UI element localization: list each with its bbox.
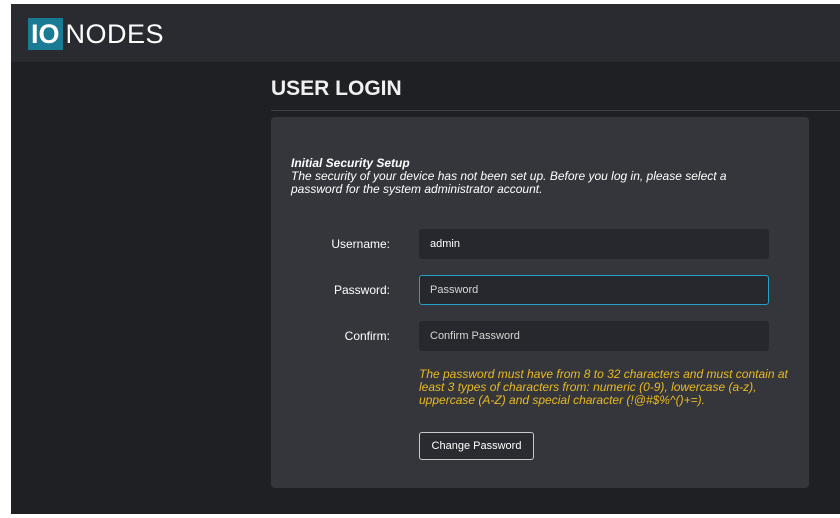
- username-field[interactable]: [419, 229, 769, 259]
- page-title: USER LOGIN: [271, 77, 402, 100]
- confirm-password-field[interactable]: [419, 321, 769, 351]
- logo-text: NODES: [65, 19, 165, 49]
- title-divider: [271, 110, 840, 111]
- screenshot-frame: IO NODES USER LOGIN Initial Security Set…: [0, 0, 840, 518]
- username-label: Username:: [331, 237, 390, 251]
- change-password-button[interactable]: Change Password: [419, 432, 534, 460]
- password-field[interactable]: [419, 275, 769, 305]
- password-label: Password:: [333, 283, 390, 297]
- login-panel: Initial Security Setup The security of y…: [271, 117, 809, 488]
- app-window: IO NODES USER LOGIN Initial Security Set…: [11, 4, 840, 514]
- ionodes-logo: IO NODES: [28, 18, 164, 50]
- confirm-label: Confirm:: [344, 329, 390, 343]
- setup-description: The security of your device has not been…: [291, 169, 727, 196]
- top-header: IO NODES: [11, 4, 840, 62]
- password-requirements-hint: The password must have from 8 to 32 char…: [419, 367, 788, 407]
- logo-mark: IO: [28, 18, 63, 50]
